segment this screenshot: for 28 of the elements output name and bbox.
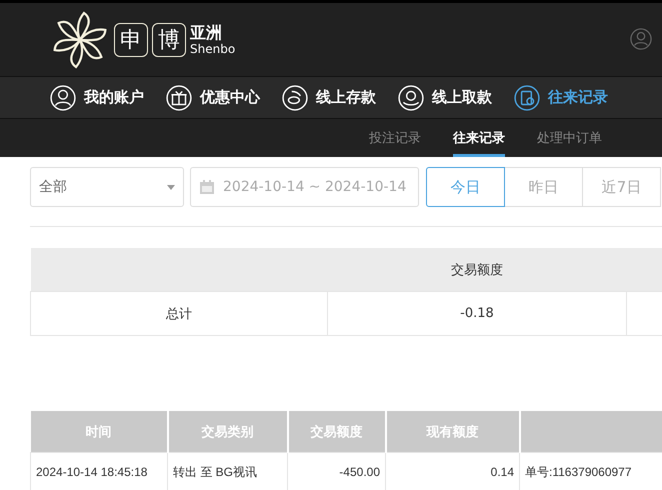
nav-item[interactable]: 线上存款 (282, 84, 376, 110)
sub-tab[interactable]: 往来记录 (453, 119, 505, 157)
table-cell: 转出 至 BG视讯 (168, 452, 288, 490)
table-cell: -0.18 (328, 292, 626, 336)
nav-item[interactable]: 优惠中心 (166, 84, 260, 110)
type-select[interactable]: 全部 (30, 167, 184, 207)
logo-region: 亚洲 (190, 24, 223, 40)
person-icon (50, 84, 76, 110)
logo-character: 申 (114, 22, 148, 56)
sub-tab[interactable]: 投注记录 (369, 119, 421, 157)
table-cell: 2024-10-14 18:45:18 (30, 452, 168, 490)
user-icon[interactable] (630, 28, 652, 50)
table-cell: 总计 (30, 292, 328, 336)
sub-tab[interactable]: 处理中订单 (537, 119, 602, 157)
logo-name: Shenbo (190, 42, 236, 54)
date-range-text: 2024-10-14 ~ 2024-10-14 (223, 179, 406, 195)
table-cell: 0.14 (386, 452, 520, 490)
nav-item[interactable]: 往来记录 (514, 84, 608, 110)
calendar-icon (199, 179, 215, 195)
gift-icon (166, 84, 192, 110)
date-preset-button[interactable]: 今日 (426, 167, 505, 207)
table-cell: -450.00 (288, 452, 386, 490)
nav-item[interactable]: 线上取款 (398, 84, 492, 110)
clipboard-icon (514, 84, 540, 110)
caret-icon (167, 184, 175, 190)
logo-character: 博 (152, 22, 186, 56)
nav-item[interactable]: 我的账户 (50, 84, 144, 110)
column-header: 交易额度 (328, 248, 626, 292)
